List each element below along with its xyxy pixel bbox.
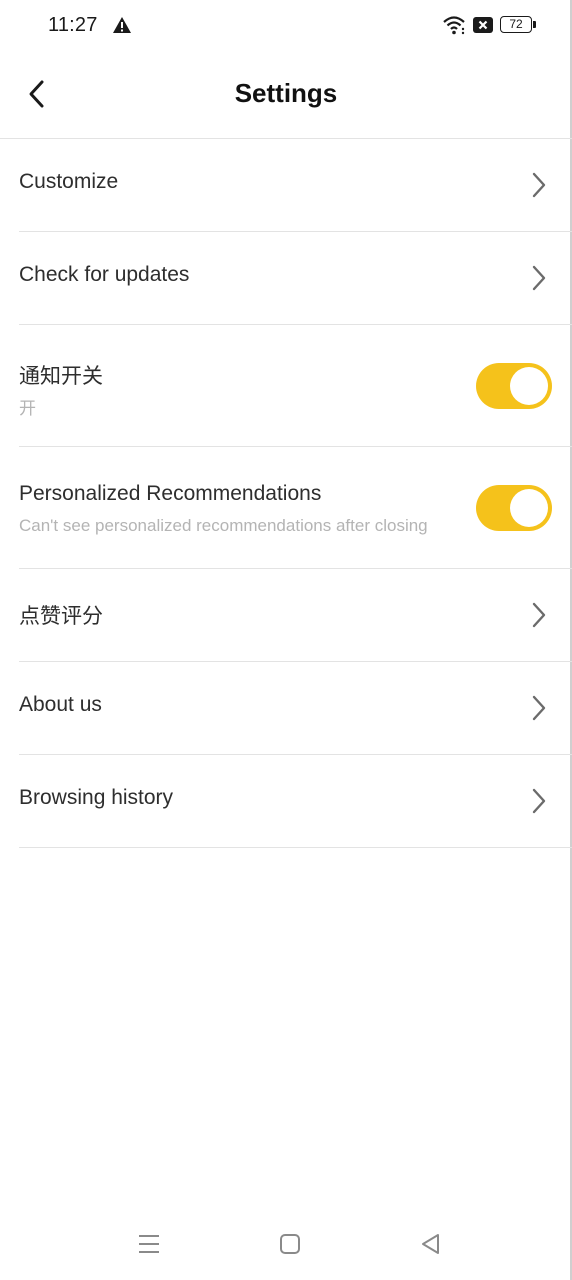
status-time: 11:27	[48, 14, 98, 36]
settings-item-customize[interactable]: Customize	[0, 139, 572, 232]
system-nav-bar	[0, 1216, 572, 1276]
settings-item-check-updates[interactable]: Check for updates	[0, 232, 572, 325]
settings-item-sublabel: Can't see personalized recommendations a…	[19, 516, 428, 535]
header: Settings	[0, 52, 572, 138]
settings-item-label: Check for updates	[19, 263, 190, 286]
settings-list: Customize Check for updates 通知开关 开 Perso…	[0, 139, 572, 848]
settings-item-label: 点赞评分	[19, 605, 103, 628]
settings-item-notification-switch: 通知开关 开	[0, 325, 572, 447]
back-triangle-icon[interactable]	[417, 1230, 445, 1258]
personalized-recommendations-toggle[interactable]	[476, 485, 552, 531]
settings-item-label: 通知开关	[19, 365, 103, 388]
settings-item-label: About us	[19, 693, 102, 716]
warning-icon	[113, 17, 131, 33]
home-icon[interactable]	[276, 1230, 304, 1258]
settings-item-rate[interactable]: 点赞评分	[0, 569, 572, 662]
toggle-knob	[510, 489, 548, 527]
toggle-knob	[510, 367, 548, 405]
no-sim-icon	[473, 17, 493, 33]
battery-tip	[533, 21, 536, 28]
settings-item-label: Customize	[19, 170, 119, 193]
settings-item-browsing-history[interactable]: Browsing history	[0, 755, 572, 848]
wifi-icon	[443, 16, 465, 35]
chevron-right-icon	[532, 265, 546, 291]
menu-icon[interactable]	[135, 1230, 163, 1258]
settings-item-personalized-recommendations: Personalized Recommendations Can't see p…	[0, 447, 572, 569]
settings-item-sublabel: 开	[19, 399, 36, 418]
settings-item-label: Browsing history	[19, 786, 174, 809]
battery-icon: 72	[500, 16, 532, 33]
notification-toggle[interactable]	[476, 363, 552, 409]
settings-item-about-us[interactable]: About us	[0, 662, 572, 755]
chevron-right-icon	[532, 695, 546, 721]
page-title: Settings	[234, 78, 338, 108]
status-bar: 11:27 72	[0, 0, 572, 52]
chevron-right-icon	[532, 602, 546, 628]
chevron-right-icon	[532, 788, 546, 814]
settings-item-label: Personalized Recommendations	[19, 482, 322, 505]
chevron-right-icon	[532, 172, 546, 198]
